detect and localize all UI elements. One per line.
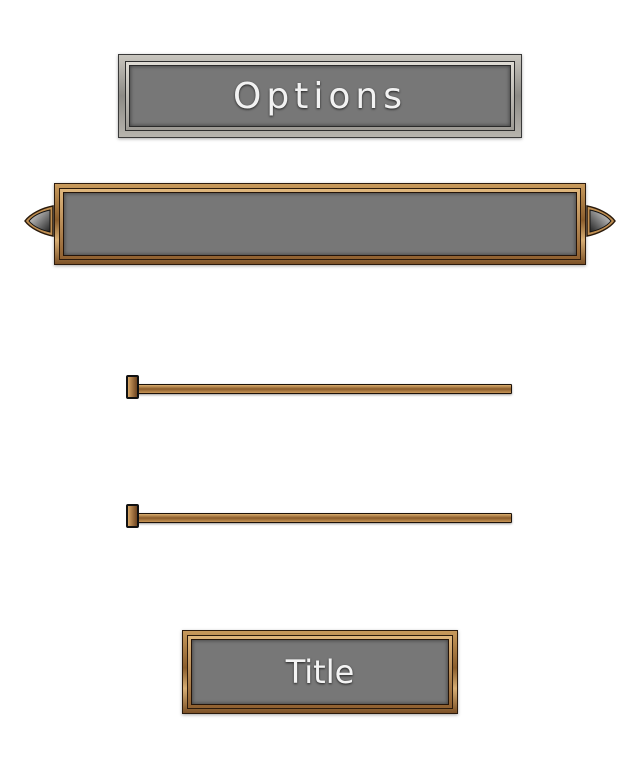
option-selector-face bbox=[63, 192, 577, 256]
title-button-face: Title bbox=[191, 639, 449, 705]
slider-2[interactable] bbox=[126, 504, 514, 530]
options-title-face: Options bbox=[129, 65, 511, 127]
options-title-panel: Options bbox=[118, 54, 522, 138]
slider-handle[interactable] bbox=[126, 375, 139, 399]
slider-handle[interactable] bbox=[126, 504, 139, 528]
option-selector[interactable] bbox=[54, 183, 586, 265]
title-button[interactable]: Title bbox=[182, 630, 458, 714]
slider-1[interactable] bbox=[126, 375, 514, 401]
arrow-right-icon[interactable] bbox=[586, 204, 616, 238]
page-title: Options bbox=[233, 75, 407, 117]
arrow-left-icon[interactable] bbox=[24, 204, 54, 238]
slider-track[interactable] bbox=[132, 513, 512, 523]
slider-track[interactable] bbox=[132, 384, 512, 394]
title-button-label: Title bbox=[285, 653, 355, 691]
